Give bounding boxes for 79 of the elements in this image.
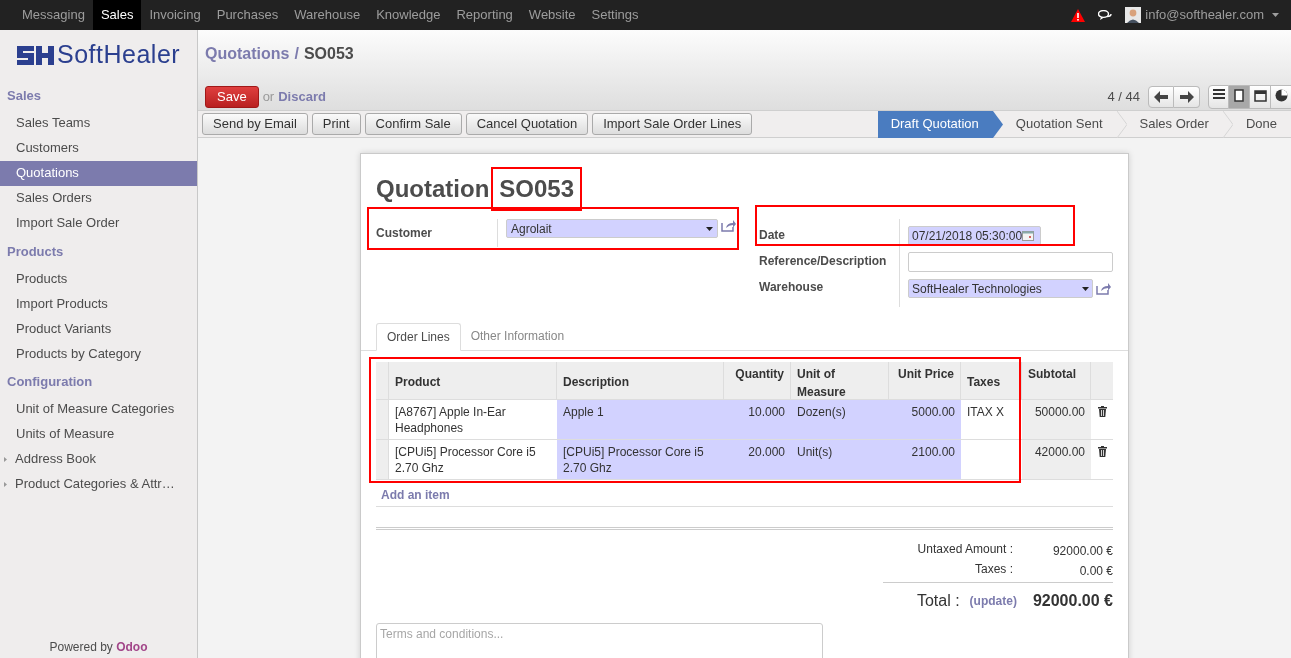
form-title: Quotation [376,174,490,204]
section-heading: Sales [6,87,42,105]
quotation-number: SO053 [499,175,575,202]
menu-item[interactable]: Invoicing [141,0,209,30]
pager-text: 4 / 44 [1107,88,1140,107]
total-label: Total : [916,591,960,611]
sidebar-item[interactable]: Import Products [0,291,197,316]
table-cell: [CPUi5] Processor Core i5 2.70 Ghz [557,440,724,479]
table-cell: 5000.00 [889,400,961,439]
sidebar-item[interactable]: Import Sale Order [0,210,197,236]
warehouse-select[interactable]: SoftHealer Technologies [908,279,1093,298]
table-cell: Unit(s) [791,440,889,479]
status-stage[interactable]: Quotation Sent [1002,110,1117,138]
column-header[interactable]: Product [389,362,557,399]
total-amount: 92000.00 € [1032,591,1113,611]
field-label: Reference/Description [759,253,888,270]
menu-item[interactable]: Warehouse [286,0,369,30]
sidebar-item[interactable]: Units of Measure [0,421,197,447]
tab[interactable]: Other Information [460,322,575,350]
action-button[interactable]: Cancel Quotation [465,113,589,135]
menu-item[interactable]: Purchases [208,0,287,30]
sidebar-item[interactable]: Products [0,266,197,291]
column-header[interactable]: Taxes [961,362,1022,399]
menu-item[interactable]: Sales [92,0,142,30]
status-stage[interactable]: Done [1232,110,1291,138]
breadcrumb-link[interactable]: Quotations [205,42,290,66]
menu-item[interactable]: Settings [583,0,647,30]
sidebar-item[interactable]: Product Variants [0,316,197,341]
action-button[interactable]: Confirm Sale [364,113,462,135]
action-button[interactable]: Send by Email [202,113,308,135]
table-cell: Dozen(s) [791,400,889,439]
column-header[interactable]: Description [557,362,724,399]
save-button[interactable]: Save [205,86,259,108]
section-heading: Products [6,242,65,261]
sidebar-item[interactable]: Product Categories & Attr… [0,471,197,497]
menu-item[interactable]: Messaging [14,0,93,30]
column-header[interactable]: Unit of Measure [791,362,889,399]
column-header[interactable]: Quantity [724,362,791,399]
odoo-link[interactable]: Odoo [116,640,148,654]
customer-select[interactable]: Agrolait [506,219,718,238]
field-label: Date [759,227,786,244]
total-label: Taxes : [975,561,1013,578]
table-cell: 50000.00 [1022,400,1091,439]
breadcrumb-current: SO053 [303,44,354,64]
sidebar-item[interactable]: Quotations [0,160,197,186]
breadcrumb-separator: / [294,44,299,64]
sidebar-item[interactable]: Sales Orders [0,185,197,211]
menu-item[interactable]: Knowledge [368,0,449,30]
action-button[interactable]: Print [311,113,361,135]
logo[interactable]: SoftHealer [0,30,197,83]
sidebar-item[interactable]: Sales Teams [0,110,197,136]
update-link[interactable]: (update) [969,592,1017,610]
column-header[interactable]: Subtotal [1022,362,1091,399]
status-stage[interactable]: Sales Order [1126,110,1223,138]
field-label: Customer [376,225,433,242]
sidebar-item[interactable]: Address Book [0,446,197,472]
tab[interactable]: Order Lines [376,323,461,351]
sidebar-item[interactable]: Unit of Measure Categories [0,396,197,422]
column-header[interactable]: Unit Price [889,362,961,399]
table-cell: 2100.00 [889,440,961,479]
table-cell: 20.000 [724,440,791,479]
user-menu[interactable]: info@softhealer.com [1125,5,1279,25]
add-item-link[interactable]: Add an item [376,486,450,504]
action-button[interactable]: Import Sale Order Lines [592,113,753,135]
menu-item[interactable]: Reporting [448,0,521,30]
section-heading: Configuration [6,373,94,391]
total-label: Untaxed Amount : [917,541,1013,558]
or-text: or [262,88,275,107]
terms-field[interactable]: Terms and conditions... [376,623,823,658]
menu-item[interactable]: Website [520,0,584,30]
sidebar-item[interactable]: Products by Category [0,341,197,366]
total-value: 0.00 € [1078,563,1113,580]
table-cell: Apple 1 [557,400,724,439]
total-value: 92000.00 € [1051,543,1113,560]
field-label: Warehouse [759,279,825,296]
sidebar-item[interactable]: Customers [0,135,197,161]
table-cell: 10.000 [724,400,791,439]
powered-by-text: Powered by Odoo [48,639,149,656]
table-cell: 42000.00 [1022,440,1091,479]
